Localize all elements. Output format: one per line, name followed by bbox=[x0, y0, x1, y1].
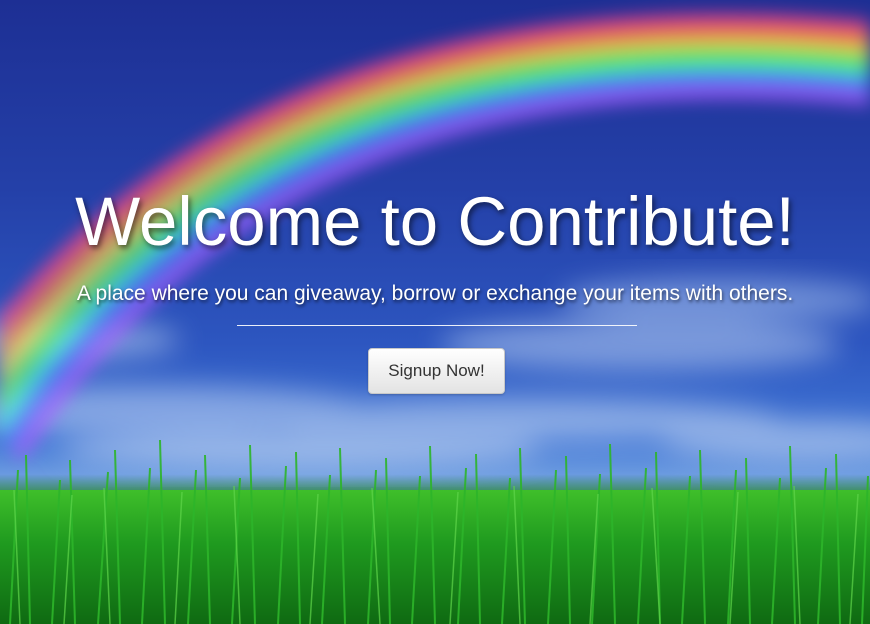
divider-line bbox=[237, 325, 637, 326]
signup-button[interactable]: Signup Now! bbox=[368, 348, 505, 394]
page-title: Welcome to Contribute! bbox=[75, 183, 795, 260]
hero-content: Welcome to Contribute! A place where you… bbox=[0, 0, 870, 624]
hero-section: Welcome to Contribute! A place where you… bbox=[0, 0, 870, 624]
hero-subtitle: A place where you can giveaway, borrow o… bbox=[76, 282, 794, 305]
